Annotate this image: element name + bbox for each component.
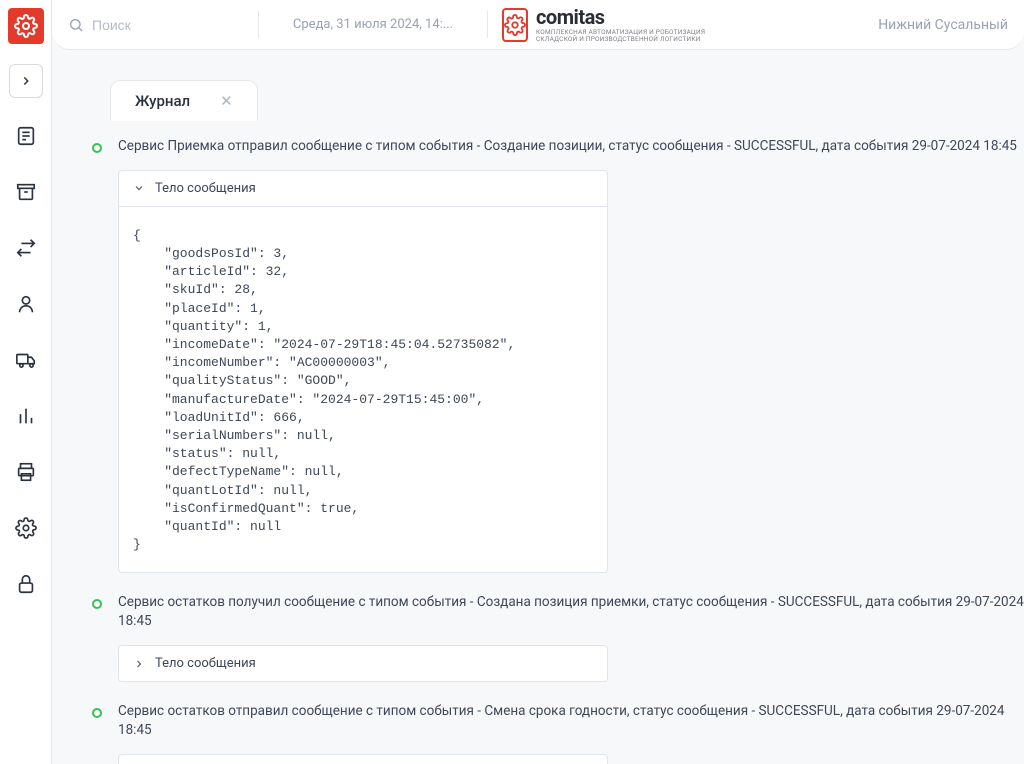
status-dot-icon — [92, 143, 102, 153]
chevron-right-icon — [133, 658, 145, 670]
log-title: Сервис остатков отправил сообщение с тип… — [118, 702, 1024, 740]
sidebar-item-lock[interactable] — [8, 566, 44, 602]
chevron-down-icon — [133, 182, 145, 194]
sidebar-expand-button[interactable] — [9, 64, 43, 98]
sidebar-item-settings[interactable] — [8, 510, 44, 546]
brand: comitas КОМПЛЕКСНАЯ АВТОМАТИЗАЦИЯ И РОБО… — [488, 7, 708, 42]
log-title: Сервис остатков получил сообщение с типо… — [118, 593, 1024, 631]
accordion-header[interactable]: Тело сообщения — [119, 755, 607, 764]
close-icon[interactable]: ✕ — [220, 92, 233, 110]
accordion-label: Тело сообщения — [155, 656, 256, 671]
sidebar-item-archive[interactable] — [8, 174, 44, 210]
status-dot-icon — [92, 599, 102, 609]
accordion-header[interactable]: Тело сообщения — [119, 171, 607, 206]
tab-label: Журнал — [135, 92, 190, 110]
json-payload: { "goodsPosId": 3, "articleId": 32, "sku… — [133, 227, 593, 554]
accordion-header[interactable]: Тело сообщения — [119, 646, 607, 681]
accordion-label: Тело сообщения — [155, 181, 256, 196]
accordion: Тело сообщения { "goodsPosId": 3, "artic… — [118, 170, 608, 573]
brand-logo-icon — [502, 8, 528, 42]
sidebar — [0, 0, 52, 764]
log-title: Сервис Приемка отправил сообщение с типо… — [118, 137, 1024, 156]
log-entry: Сервис остатков отправил сообщение с тип… — [92, 702, 1024, 764]
sidebar-item-print[interactable] — [8, 454, 44, 490]
sidebar-item-delivery[interactable] — [8, 342, 44, 378]
status-dot-icon — [92, 708, 102, 718]
accordion: Тело сообщения — [118, 645, 608, 682]
date-display: Среда, 31 июля 2024, 14:... — [258, 11, 488, 38]
topbar: Среда, 31 июля 2024, 14:... comitas КОМП… — [52, 0, 1024, 50]
sidebar-item-stats[interactable] — [8, 398, 44, 434]
search-icon — [68, 17, 84, 33]
search-box — [68, 17, 258, 33]
log-entry: Сервис остатков получил сообщение с типо… — [92, 593, 1024, 682]
tab-journal[interactable]: Журнал ✕ — [110, 80, 258, 121]
sidebar-item-journal[interactable] — [8, 118, 44, 154]
sidebar-item-transfer[interactable] — [8, 230, 44, 266]
location-display: Нижний Сусальный — [708, 17, 1008, 33]
brand-name: comitas — [536, 7, 708, 27]
app-logo — [8, 8, 44, 44]
accordion: Тело сообщения — [118, 754, 608, 764]
sidebar-item-user[interactable] — [8, 286, 44, 322]
search-input[interactable] — [92, 17, 232, 33]
log-entry: Сервис Приемка отправил сообщение с типо… — [92, 137, 1024, 573]
brand-tagline: КОМПЛЕКСНАЯ АВТОМАТИЗАЦИЯ И РОБОТИЗАЦИЯ … — [536, 29, 708, 42]
